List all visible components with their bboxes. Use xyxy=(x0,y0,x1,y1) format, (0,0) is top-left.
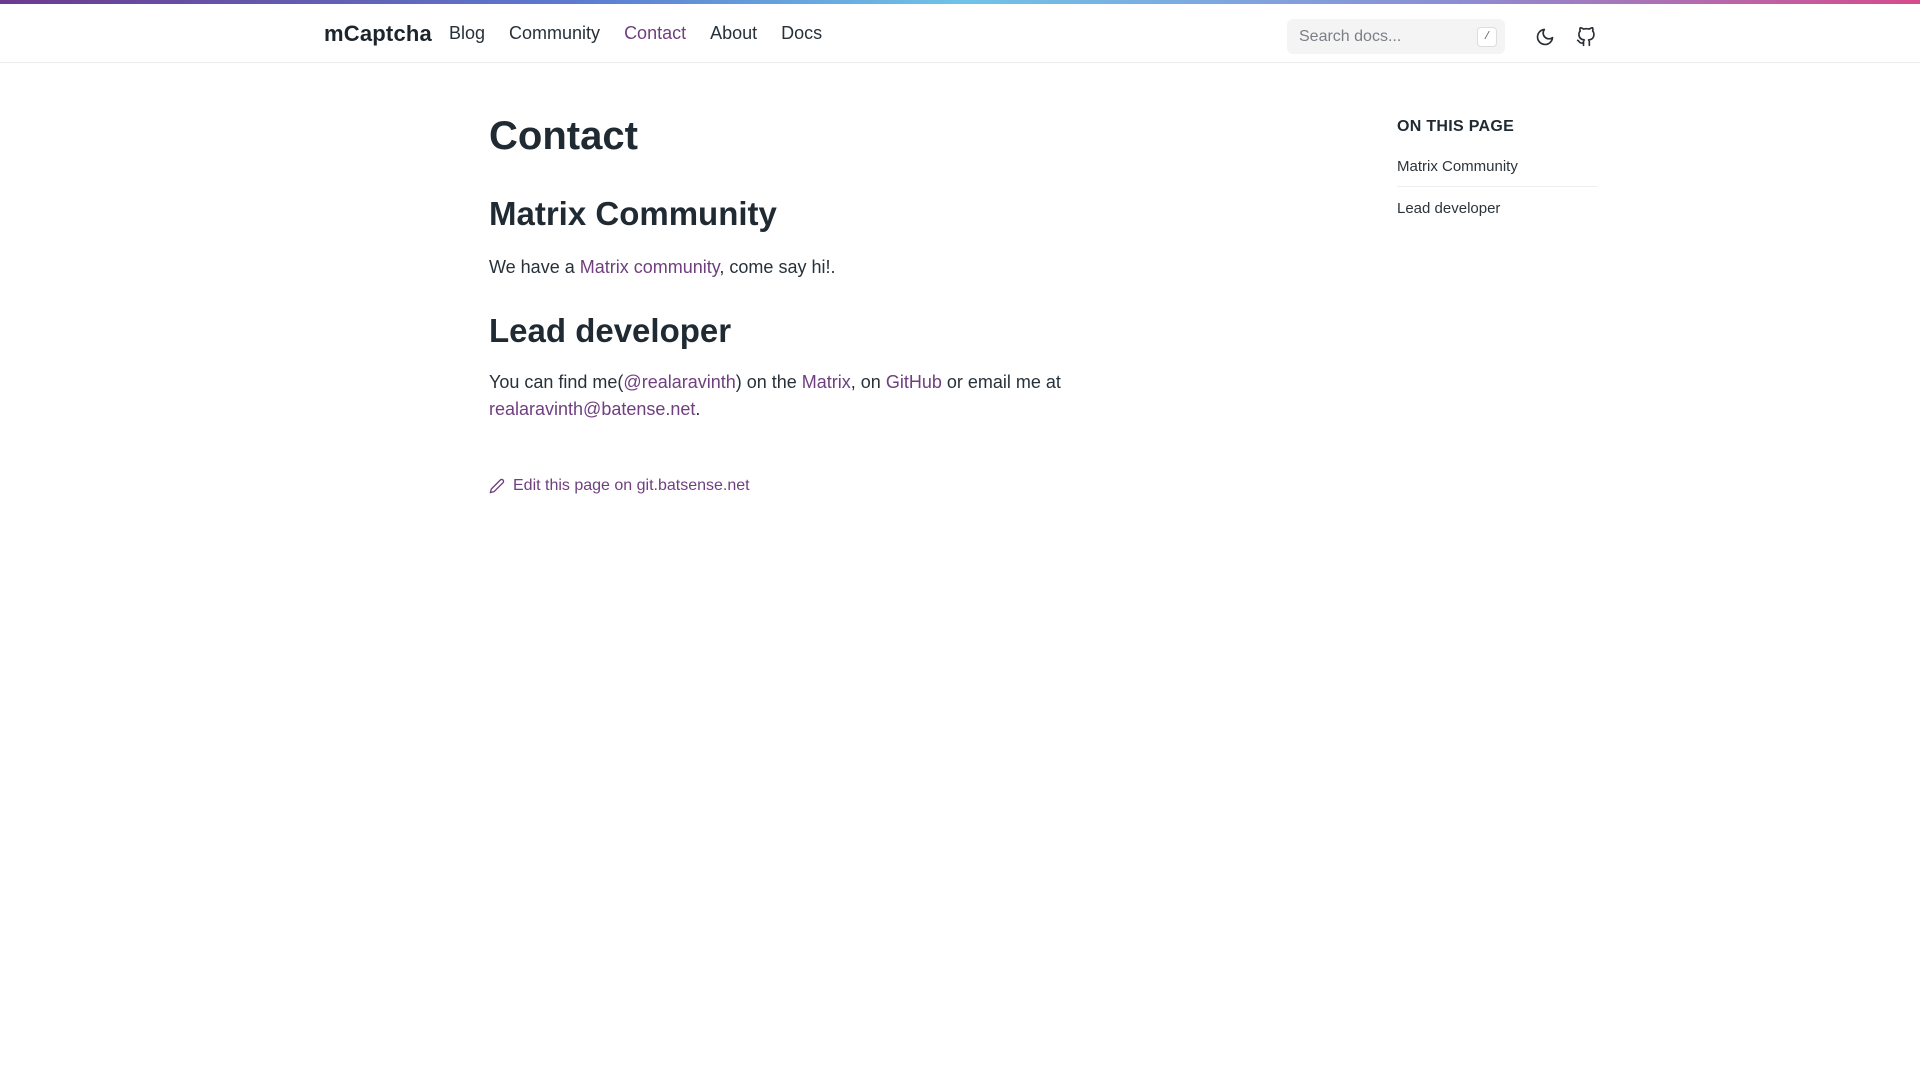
nav-community[interactable]: Community xyxy=(509,23,600,44)
nav-blog[interactable]: Blog xyxy=(449,23,485,44)
lead-text-4: or email me at xyxy=(941,372,1061,393)
edit-page-label: Edit this page on git.batsense.net xyxy=(513,477,750,495)
main-content: Contact Matrix Community We have a Matri… xyxy=(489,100,1089,495)
email-link[interactable]: realaravinth@batense.net xyxy=(489,399,695,419)
moon-icon[interactable] xyxy=(1534,26,1556,48)
matrix-text-after: , come say hi!. xyxy=(719,256,836,277)
handle-link[interactable]: @realaravinth xyxy=(623,372,735,392)
lead-dev-paragraph: You can find me(@realaravinth) on the Ma… xyxy=(489,369,1089,423)
table-of-contents: ON THIS PAGE Matrix Community Lead devel… xyxy=(1397,118,1597,228)
nav-about[interactable]: About xyxy=(710,23,757,44)
github-icon[interactable] xyxy=(1575,26,1597,48)
toc-list: Matrix Community Lead developer xyxy=(1397,156,1597,228)
search-input[interactable] xyxy=(1287,27,1467,46)
main-nav: Blog Community Contact About Docs xyxy=(449,23,846,44)
matrix-link[interactable]: Matrix xyxy=(802,372,851,392)
toc-item-lead-developer[interactable]: Lead developer xyxy=(1397,198,1597,228)
edit-page-link[interactable]: Edit this page on git.batsense.net xyxy=(489,477,1089,495)
lead-text-2: ) on the xyxy=(735,372,802,393)
nav-contact[interactable]: Contact xyxy=(624,23,686,44)
brand-logo[interactable]: mCaptcha xyxy=(324,21,432,47)
github-link[interactable]: GitHub xyxy=(886,372,942,392)
lead-text-1: You can find me( xyxy=(489,372,624,393)
site-header: mCaptcha Blog Community Contact About Do… xyxy=(0,4,1920,63)
pencil-icon xyxy=(489,478,505,494)
heading-matrix-community: Matrix Community xyxy=(489,195,777,232)
search-box: / xyxy=(1287,19,1505,54)
lead-text-3: , on xyxy=(850,372,886,393)
matrix-paragraph: We have a Matrix community, come say hi!… xyxy=(489,254,1089,281)
lead-text-5: . xyxy=(695,399,701,420)
matrix-text-before: We have a xyxy=(489,256,580,277)
toc-item-matrix-community[interactable]: Matrix Community xyxy=(1397,156,1597,187)
page-title: Contact xyxy=(489,114,638,158)
matrix-community-link[interactable]: Matrix community xyxy=(580,257,720,277)
heading-lead-developer: Lead developer xyxy=(489,311,732,349)
toc-title: ON THIS PAGE xyxy=(1397,118,1515,135)
search-shortcut-key: / xyxy=(1477,27,1497,47)
nav-docs[interactable]: Docs xyxy=(781,23,822,44)
